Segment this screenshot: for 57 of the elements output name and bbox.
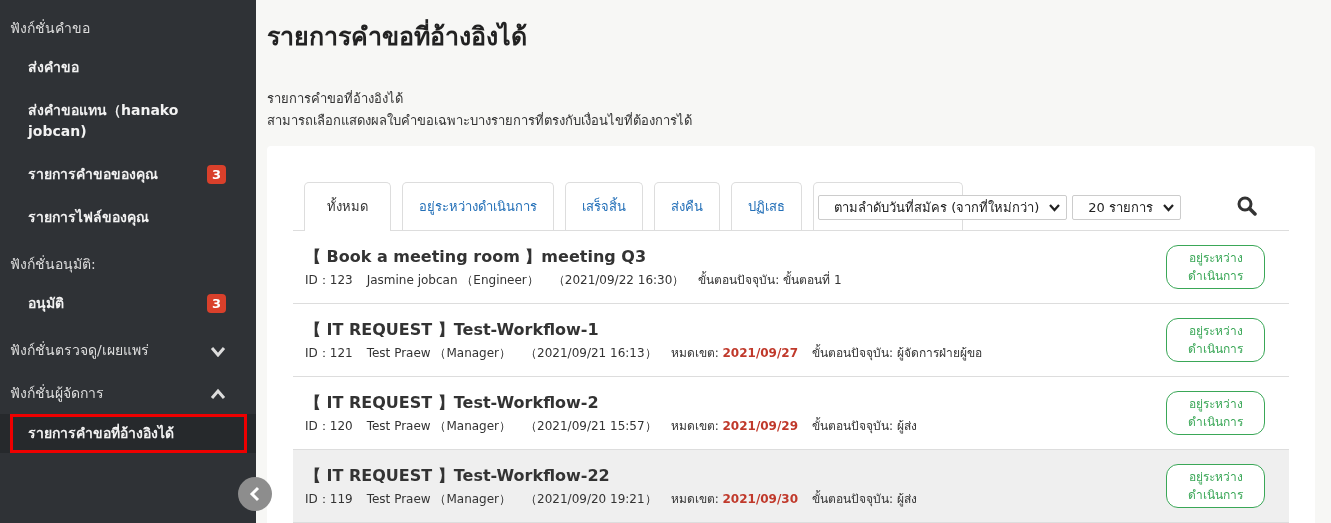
- status-badge: อยู่ระหว่างดำเนินการ: [1166, 318, 1265, 362]
- sidebar-item[interactable]: ส่งคำขอแทน（hanako jobcan): [28, 100, 226, 142]
- section-title[interactable]: ฟังก์ชั่นผู้จัดการ: [10, 383, 104, 404]
- filter-tab[interactable]: ปฏิเสธ: [731, 182, 802, 230]
- request-title[interactable]: 【 IT REQUEST 】Test-Workflow-1: [305, 318, 982, 342]
- applicant-name: Test Praew （Manager）: [366, 345, 512, 362]
- section-title: ฟังก์ชั่นคำขอ: [10, 18, 90, 38]
- current-step: ขั้นตอนปัจจุบัน: ผู้ส่ง: [812, 417, 917, 435]
- current-step: ขั้นตอนปัจจุบัน: ผู้จัดการฝ่ายผู้ขอ: [812, 344, 982, 362]
- request-title[interactable]: 【 IT REQUEST 】Test-Workflow-22: [305, 464, 917, 488]
- submitted-date: （2021/09/21 16:13）: [525, 345, 657, 362]
- filter-tab[interactable]: เสร็จสิ้น: [565, 182, 643, 230]
- count-badge: 3: [206, 293, 226, 314]
- submitted-date: （2021/09/20 19:21）: [525, 491, 657, 508]
- applicant-name: Jasmine jobcan （Engineer）: [366, 272, 539, 289]
- request-row[interactable]: 【 Book a meeting room 】meeting Q3 ID：123 Jasmine jobcan （Engineer） （2021/09/22 16:30） ขั้นตอนปัจจุบัน: ขั้นตอนที่ 1 อยู่ระหว่างดำเนินการ: [293, 231, 1289, 304]
- status-badge: อยู่ระหว่างดำเนินการ: [1166, 464, 1265, 508]
- description-text: สามารถเลือกแสดงผลใบคำขอเฉพาะบางรายการที่ตรงกับเงื่อนไขที่ต้องการได้: [267, 111, 693, 130]
- request-id: ID：120: [305, 418, 353, 435]
- request-row[interactable]: 【 IT REQUEST 】Test-Workflow-1 ID：121 Test Praew （Manager） （2021/09/21 16:13） หมดเขต: 2021/09/27 ขั้นตอนปัจจุบัน: ผู้จัดการฝ่ายผู้ขอ อยู่ระหว่างดำเนินการ: [293, 304, 1289, 377]
- applicant-name: Test Praew （Manager）: [366, 491, 512, 508]
- sidebar-item[interactable]: อนุมัติ: [28, 293, 64, 314]
- sort-select[interactable]: ตามลำดับวันที่สมัคร (จากที่ใหม่กว่า): [818, 195, 1068, 220]
- applicant-name: Test Praew （Manager）: [366, 418, 512, 435]
- page-size-select[interactable]: 20 รายการ: [1072, 195, 1181, 220]
- sidebar-item[interactable]: รายการไฟล์ของคุณ: [28, 207, 149, 228]
- sidebar-item[interactable]: รายการคำขอที่อ้างอิงได้: [10, 414, 247, 453]
- request-title[interactable]: 【 Book a meeting room 】meeting Q3: [305, 245, 842, 269]
- caret-icon: [1162, 203, 1174, 212]
- request-id: ID：121: [305, 345, 353, 362]
- current-step: ขั้นตอนปัจจุบัน: ผู้ส่ง: [812, 490, 917, 508]
- section-title: ฟังก์ชั่นอนุมัติ:: [10, 254, 96, 275]
- search-icon[interactable]: [1237, 196, 1257, 216]
- current-step: ขั้นตอนปัจจุบัน: ขั้นตอนที่ 1: [698, 271, 842, 289]
- request-id: ID：123: [305, 272, 353, 289]
- status-badge: อยู่ระหว่างดำเนินการ: [1166, 391, 1265, 435]
- collapse-button[interactable]: [238, 477, 272, 511]
- filter-tab[interactable]: ทั้งหมด: [304, 182, 391, 231]
- sidebar-item[interactable]: รายการคำขอของคุณ: [28, 164, 158, 185]
- section-title[interactable]: ฟังก์ชั่นตรวจดู/เผยแพร่: [10, 340, 149, 361]
- request-row[interactable]: 【 IT REQUEST 】Test-Workflow-22 ID：119 Test Praew （Manager） （2021/09/20 19:21） หมดเขต: 2021/09/30 ขั้นตอนปัจจุบัน: ผู้ส่ง อยู่ระหว่างดำเนินการ: [293, 450, 1289, 523]
- submitted-date: （2021/09/21 15:57）: [525, 418, 657, 435]
- count-badge: 3: [206, 164, 226, 185]
- chevron-up-icon[interactable]: [210, 387, 226, 400]
- submitted-date: （2021/09/22 16:30）: [552, 272, 685, 289]
- deadline-text: หมดเขต: 2021/09/30: [670, 491, 799, 508]
- deadline-text: หมดเขต: 2021/09/29: [670, 418, 799, 435]
- request-id: ID：119: [305, 491, 353, 508]
- status-badge: อยู่ระหว่างดำเนินการ: [1166, 245, 1265, 289]
- caret-icon: [1049, 203, 1061, 212]
- chevron-down-icon[interactable]: [210, 344, 226, 357]
- description-text: รายการคำขอที่อ้างอิงได้: [267, 89, 404, 108]
- sidebar-item[interactable]: ส่งคำขอ: [28, 57, 79, 78]
- filter-tab[interactable]: ส่งคืน: [654, 182, 720, 230]
- request-title[interactable]: 【 IT REQUEST 】Test-Workflow-2: [305, 391, 917, 415]
- deadline-text: หมดเขต: 2021/09/27: [670, 345, 799, 362]
- filter-tab[interactable]: อยู่ระหว่างดำเนินการ: [402, 182, 554, 230]
